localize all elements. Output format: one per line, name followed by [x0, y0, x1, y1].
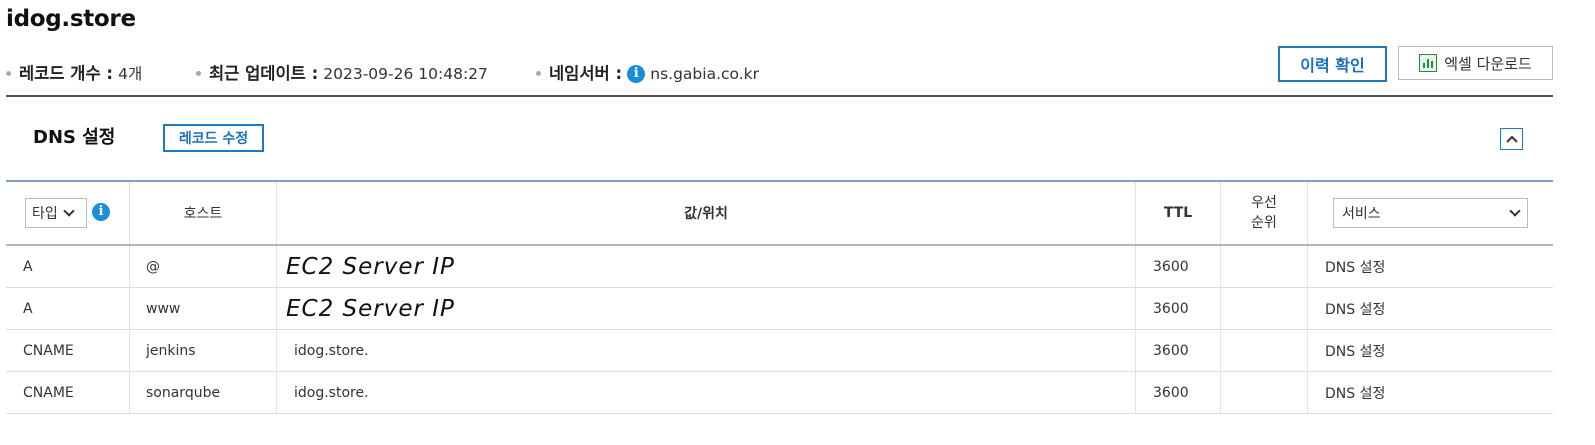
row-value: idog.store.: [294, 342, 369, 359]
header-priority-line2: 순위: [1251, 215, 1277, 231]
dns-records-table: 타입 i 호스트 값/위치 TTL 우선순위 서비스 A @ EC2 Serve…: [6, 180, 1553, 414]
row-value: EC2 Server IP: [286, 295, 455, 322]
row-value: idog.store.: [294, 384, 369, 401]
header-priority-line1: 우선: [1251, 195, 1277, 211]
row-service: DNS 설정: [1325, 385, 1386, 402]
table-row: A www EC2 Server IP 3600 DNS 설정: [6, 288, 1553, 330]
section-title: DNS 설정: [33, 127, 116, 148]
nameserver-label: 네임서버 :: [549, 64, 623, 83]
type-filter-select[interactable]: 타입: [25, 198, 87, 228]
row-host: jenkins: [146, 342, 196, 359]
chevron-down-icon: [63, 205, 75, 217]
row-host: www: [146, 300, 181, 317]
row-ttl: 3600: [1153, 342, 1189, 359]
edit-record-button[interactable]: 레코드 수정: [163, 124, 264, 152]
bullet-icon: [536, 70, 541, 76]
last-update-label: 최근 업데이트 :: [209, 64, 319, 83]
header-priority: 우선순위: [1221, 182, 1307, 244]
service-filter-select[interactable]: 서비스: [1333, 198, 1528, 228]
chevron-down-icon: [1509, 205, 1521, 217]
header-divider: [6, 95, 1553, 97]
info-icon[interactable]: i: [92, 203, 110, 221]
row-service: DNS 설정: [1325, 343, 1386, 360]
row-host: sonarqube: [146, 384, 221, 401]
record-count-label: 레코드 개수 :: [19, 64, 113, 83]
record-count: 레코드 개수 : 4개: [6, 60, 142, 84]
nameserver-value: ns.gabia.co.kr: [650, 65, 760, 83]
row-type: CNAME: [23, 342, 74, 359]
row-type: A: [23, 300, 33, 317]
service-filter-cell: 서비스: [1333, 182, 1543, 244]
nameserver: 네임서버 : i ns.gabia.co.kr: [536, 60, 759, 84]
last-update: 최근 업데이트 : 2023-09-26 10:48:27: [196, 60, 488, 84]
row-ttl: 3600: [1153, 300, 1189, 317]
chevron-up-icon: [1505, 135, 1518, 143]
record-count-value: 4개: [118, 65, 143, 83]
collapse-button[interactable]: [1500, 128, 1523, 150]
last-update-value: 2023-09-26 10:48:27: [323, 65, 488, 83]
bullet-icon: [196, 70, 201, 76]
history-button[interactable]: 이력 확인: [1278, 46, 1387, 82]
header-value: 값/위치: [684, 206, 728, 222]
excel-download-button[interactable]: 엑셀 다운로드: [1398, 46, 1553, 80]
type-filter-cell: 타입 i: [25, 182, 130, 244]
row-type: CNAME: [23, 384, 74, 401]
row-service: DNS 설정: [1325, 301, 1386, 318]
row-ttl: 3600: [1153, 384, 1189, 401]
table-row: CNAME jenkins idog.store. 3600 DNS 설정: [6, 330, 1553, 372]
domain-title: idog.store: [6, 6, 136, 32]
excel-icon: [1419, 54, 1438, 72]
info-icon[interactable]: i: [627, 64, 646, 83]
row-ttl: 3600: [1153, 258, 1189, 275]
row-service: DNS 설정: [1325, 259, 1386, 276]
table-header: 타입 i 호스트 값/위치 TTL 우선순위 서비스: [6, 180, 1553, 246]
table-row: CNAME sonarqube idog.store. 3600 DNS 설정: [6, 372, 1553, 414]
header-ttl: TTL: [1163, 205, 1193, 221]
service-filter-value: 서비스: [1342, 206, 1381, 222]
row-type: A: [23, 258, 33, 275]
row-value: EC2 Server IP: [286, 253, 455, 280]
header-host: 호스트: [183, 206, 223, 222]
table-row: A @ EC2 Server IP 3600 DNS 설정: [6, 246, 1553, 288]
type-filter-value: 타입: [32, 206, 58, 222]
row-host: @: [146, 258, 160, 275]
bullet-icon: [6, 70, 11, 76]
excel-download-label: 엑셀 다운로드: [1444, 54, 1532, 73]
